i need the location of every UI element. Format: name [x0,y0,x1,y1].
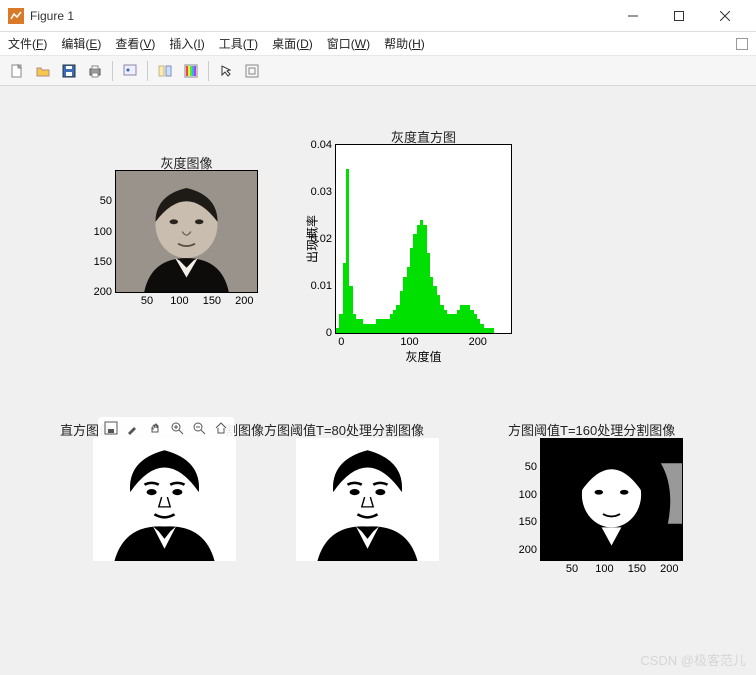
close-button[interactable] [702,0,748,32]
row2-title-2: 割图像方图阈值T=80处理分割图像 [225,420,424,439]
menu-file[interactable]: 文件(F) [8,35,47,52]
open-button[interactable] [32,60,54,82]
link-button[interactable] [154,60,176,82]
title-bar: Figure 1 [0,0,756,32]
ft-zoomin-icon[interactable] [168,419,186,437]
bw-image-3 [541,439,682,560]
menu-bar: 文件(F) 编辑(E) 查看(V) 插入(I) 工具(T) 桌面(D) 窗口(W… [0,32,756,56]
menu-insert[interactable]: 插入(I) [169,35,204,52]
print-button[interactable] [84,60,106,82]
histogram-bars [336,145,511,333]
ft-zoomout-icon[interactable] [190,419,208,437]
watermark: CSDN @极客范儿 [640,650,746,669]
axes-hist-xlabel: 灰度值 [336,348,511,365]
dock-icon[interactable] [736,38,748,50]
maximize-button[interactable] [656,0,702,32]
menu-window[interactable]: 窗口(W) [327,35,370,52]
window-title: Figure 1 [30,9,610,23]
minimize-button[interactable] [610,0,656,32]
axes-hist-title: 灰度直方图 [336,127,511,146]
figure-canvas: 灰度图像 50 100 150 200 50 100 150 200 灰度直方图… [0,86,756,675]
axes-hist-equalized[interactable] [93,438,236,561]
ft-home-icon[interactable] [212,419,230,437]
app-icon [8,8,24,24]
ft-hand-icon[interactable] [146,419,164,437]
new-button[interactable] [6,60,28,82]
ft-save-icon[interactable] [102,419,120,437]
menu-desktop[interactable]: 桌面(D) [272,35,313,52]
datacursor-button[interactable] [119,60,141,82]
axes-histogram[interactable]: 灰度直方图 出现概率 灰度值 0 0.01 0.02 0.03 0.04 0 1… [335,144,512,334]
axes-gray-image[interactable]: 灰度图像 50 100 150 200 50 100 150 200 [115,170,258,293]
gray-image [116,171,257,292]
bw-image-1 [93,438,236,561]
colorbar-button[interactable] [180,60,202,82]
row2-title-3: 方图阈值T=160处理分割图像 [508,420,675,439]
save-button[interactable] [58,60,80,82]
ft-brush-icon[interactable] [124,419,142,437]
bw-image-2 [296,438,439,561]
axes-threshold-160[interactable]: 50 100 150 200 50 100 150 200 [540,438,683,561]
axes-floating-toolbar [98,417,234,439]
menu-edit[interactable]: 编辑(E) [61,35,101,52]
menu-tools[interactable]: 工具(T) [219,35,258,52]
menu-help[interactable]: 帮助(H) [384,35,425,52]
toolbar [0,56,756,86]
editplot-button[interactable] [241,60,263,82]
axes-gray-title: 灰度图像 [116,153,257,172]
menu-view[interactable]: 查看(V) [115,35,155,52]
arrow-button[interactable] [215,60,237,82]
axes-threshold-80[interactable] [296,438,439,561]
